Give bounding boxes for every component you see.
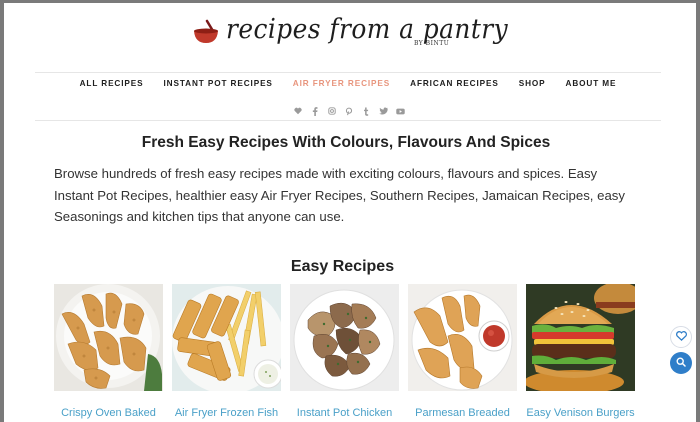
recipe-card[interactable]: Instant Pot Chicken [290,284,399,419]
nav-about-me[interactable]: ABOUT ME [556,79,627,88]
recipe-title-link[interactable]: Instant Pot Chicken [290,407,399,419]
recipe-card-grid: Crispy Oven Baked Air Fryer Frozen Fish … [54,284,635,419]
tumblr-icon[interactable] [359,105,373,117]
nav-african-recipes[interactable]: AFRICAN RECIPES [400,79,509,88]
recipe-image[interactable] [54,284,163,391]
nav-all-recipes[interactable]: ALL RECIPES [70,79,154,88]
bowl-icon [192,19,220,45]
logo-byline: BY BINTU [414,40,450,47]
twitter-icon[interactable] [376,105,390,117]
instagram-icon[interactable] [325,105,339,117]
recipe-image[interactable] [526,284,635,391]
intro-paragraph: Browse hundreds of fresh easy recipes ma… [54,166,625,224]
recipe-title-link[interactable]: Parmesan Breaded [408,407,517,419]
pinterest-icon[interactable] [342,105,356,117]
recipe-image[interactable] [408,284,517,391]
facebook-icon[interactable] [308,105,322,117]
search-button[interactable] [670,352,692,374]
recipe-card[interactable]: Easy Venison Burgers [526,284,635,419]
recipe-title-link[interactable]: Crispy Oven Baked [54,407,163,419]
recipe-card[interactable]: Crispy Oven Baked [54,284,163,419]
search-icon [676,354,686,372]
logo-wordmark: recipes from a pantry [226,14,509,45]
page: recipes from a pantry BY BINTU ALL RECIP… [4,3,696,422]
recipe-title-link[interactable]: Air Fryer Frozen Fish [172,407,281,419]
recipe-card[interactable]: Parmesan Breaded [408,284,517,419]
nav-top-divider [35,72,661,73]
recipe-title-link[interactable]: Easy Venison Burgers [526,407,635,419]
site-logo[interactable]: recipes from a pantry [192,13,533,57]
nav-shop[interactable]: SHOP [509,79,556,88]
favorite-button[interactable] [670,326,692,348]
youtube-icon[interactable] [393,105,407,117]
social-links [291,105,407,117]
section-title-easy-recipes: Easy Recipes [290,258,395,275]
nav-air-fryer-recipes[interactable]: AIR FRYER RECIPES [283,79,400,88]
recipe-image[interactable] [290,284,399,391]
heart-icon[interactable] [291,105,305,117]
main-nav: ALL RECIPES INSTANT POT RECIPES AIR FRYE… [35,79,661,88]
page-headline: Fresh Easy Recipes With Colours, Flavour… [141,134,551,151]
recipe-image[interactable] [172,284,281,391]
nav-instant-pot-recipes[interactable]: INSTANT POT RECIPES [154,79,283,88]
heart-icon [675,328,687,346]
recipe-card[interactable]: Air Fryer Frozen Fish [172,284,281,419]
nav-bottom-divider [35,120,661,121]
